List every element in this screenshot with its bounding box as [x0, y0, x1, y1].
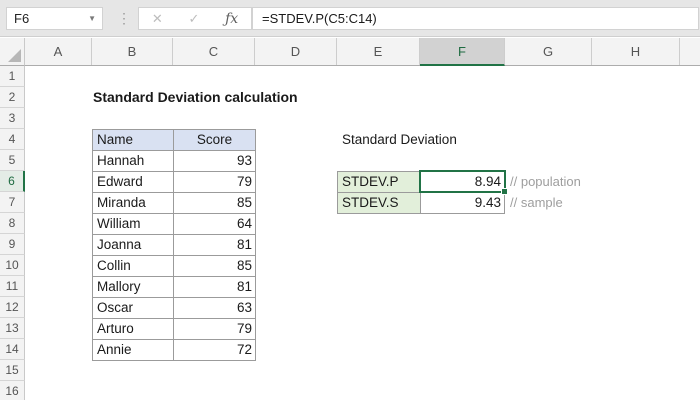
name-cell[interactable]: Arturo	[93, 319, 174, 340]
score-cell[interactable]: 81	[174, 235, 256, 256]
row-header-3[interactable]: 3	[0, 108, 25, 129]
score-cell[interactable]: 72	[174, 340, 256, 361]
column-header-a[interactable]: A	[25, 38, 92, 65]
standard-deviation-section-label[interactable]: Standard Deviation	[342, 129, 457, 150]
column-header-d[interactable]: D	[255, 38, 337, 65]
row-header-11[interactable]: 11	[0, 276, 25, 297]
name-cell[interactable]: Collin	[93, 256, 174, 277]
enter-icon[interactable]: ✓	[188, 11, 199, 27]
formula-bar-chrome: F6 ▼ ⋮ ✕ ✓ ƒx =STDEV.P(C5:C14)	[0, 0, 700, 37]
fill-handle[interactable]	[501, 188, 508, 195]
population-comment: // population	[510, 174, 581, 189]
name-box[interactable]: F6 ▼	[6, 7, 103, 30]
table-row: Collin 85	[93, 256, 256, 277]
name-cell[interactable]: Mallory	[93, 277, 174, 298]
score-cell[interactable]: 79	[174, 319, 256, 340]
score-cell[interactable]: 64	[174, 214, 256, 235]
table-row: Hannah 93	[93, 151, 256, 172]
row-header-6-selected[interactable]: 6	[0, 171, 25, 192]
table-row: Miranda 85	[93, 193, 256, 214]
select-all-triangle-icon	[8, 49, 21, 62]
row-header-13[interactable]: 13	[0, 318, 25, 339]
insert-function-icon[interactable]: ƒx	[225, 11, 238, 27]
formula-input[interactable]: =STDEV.P(C5:C14)	[252, 7, 699, 30]
stdev-s-value: 9.43	[474, 195, 501, 210]
score-cell[interactable]: 85	[174, 256, 256, 277]
sample-comment: // sample	[510, 195, 563, 210]
row-header-14[interactable]: 14	[0, 339, 25, 360]
scores-table-header-row: Name Score	[93, 130, 256, 151]
row-header-7[interactable]: 7	[0, 192, 25, 213]
stdev-s-value-cell[interactable]: 9.43	[420, 192, 505, 214]
scores-table: Name Score Hannah 93 Edward 79 Miranda 8…	[92, 129, 256, 361]
stdev-p-value-cell-selected[interactable]: 8.94	[419, 170, 508, 195]
name-cell[interactable]: Edward	[93, 172, 174, 193]
score-cell[interactable]: 63	[174, 298, 256, 319]
row-header-5[interactable]: 5	[0, 150, 25, 171]
table-row: William 64	[93, 214, 256, 235]
name-box-dropdown-icon[interactable]: ▼	[88, 14, 102, 23]
stdev-p-value: 8.94	[474, 174, 501, 189]
name-cell[interactable]: Miranda	[93, 193, 174, 214]
name-cell[interactable]: Hannah	[93, 151, 174, 172]
row-header-16[interactable]: 16	[0, 381, 25, 400]
row-header-10[interactable]: 10	[0, 255, 25, 276]
name-cell[interactable]: Oscar	[93, 298, 174, 319]
row-header-8[interactable]: 8	[0, 213, 25, 234]
row-header-9[interactable]: 9	[0, 234, 25, 255]
name-cell[interactable]: Joanna	[93, 235, 174, 256]
column-header-e[interactable]: E	[337, 38, 420, 65]
cancel-icon[interactable]: ✕	[152, 11, 163, 27]
name-cell[interactable]: William	[93, 214, 174, 235]
excel-window: F6 ▼ ⋮ ✕ ✓ ƒx =STDEV.P(C5:C14) A B C D E…	[0, 0, 700, 400]
table-row: Mallory 81	[93, 277, 256, 298]
column-header-g[interactable]: G	[505, 38, 592, 65]
row-header-2[interactable]: 2	[0, 87, 25, 108]
score-cell[interactable]: 81	[174, 277, 256, 298]
row-headers: 1 2 3 4 5 6 7 8 9 10 11 12 13 14 15 16	[0, 66, 25, 400]
table-row: Joanna 81	[93, 235, 256, 256]
row-header-4[interactable]: 4	[0, 129, 25, 150]
name-column-header[interactable]: Name	[93, 130, 174, 151]
score-column-header[interactable]: Score	[174, 130, 256, 151]
table-row: Annie 72	[93, 340, 256, 361]
column-header-f-selected[interactable]: F	[420, 38, 505, 66]
row-header-12[interactable]: 12	[0, 297, 25, 318]
stdev-p-label-cell[interactable]: STDEV.P	[337, 171, 421, 193]
score-cell[interactable]: 79	[174, 172, 256, 193]
column-header-c[interactable]: C	[173, 38, 255, 65]
score-cell[interactable]: 85	[174, 193, 256, 214]
column-header-b[interactable]: B	[92, 38, 173, 65]
row-header-15[interactable]: 15	[0, 360, 25, 381]
table-row: Oscar 63	[93, 298, 256, 319]
formula-bar-separator-dots-icon: ⋮	[117, 10, 131, 26]
stdev-s-label-cell[interactable]: STDEV.S	[337, 192, 421, 214]
score-cell[interactable]: 93	[174, 151, 256, 172]
name-box-cell-reference[interactable]: F6	[7, 11, 88, 26]
column-headers: A B C D E F G H	[0, 38, 700, 66]
worksheet-title[interactable]: Standard Deviation calculation	[93, 87, 298, 108]
table-row: Edward 79	[93, 172, 256, 193]
table-row: Arturo 79	[93, 319, 256, 340]
formula-text[interactable]: =STDEV.P(C5:C14)	[253, 11, 377, 26]
name-cell[interactable]: Annie	[93, 340, 174, 361]
row-header-1[interactable]: 1	[0, 66, 25, 87]
select-all-corner[interactable]	[0, 38, 25, 66]
column-header-h[interactable]: H	[592, 38, 680, 65]
formula-bar-buttons: ✕ ✓ ƒx	[138, 7, 252, 30]
